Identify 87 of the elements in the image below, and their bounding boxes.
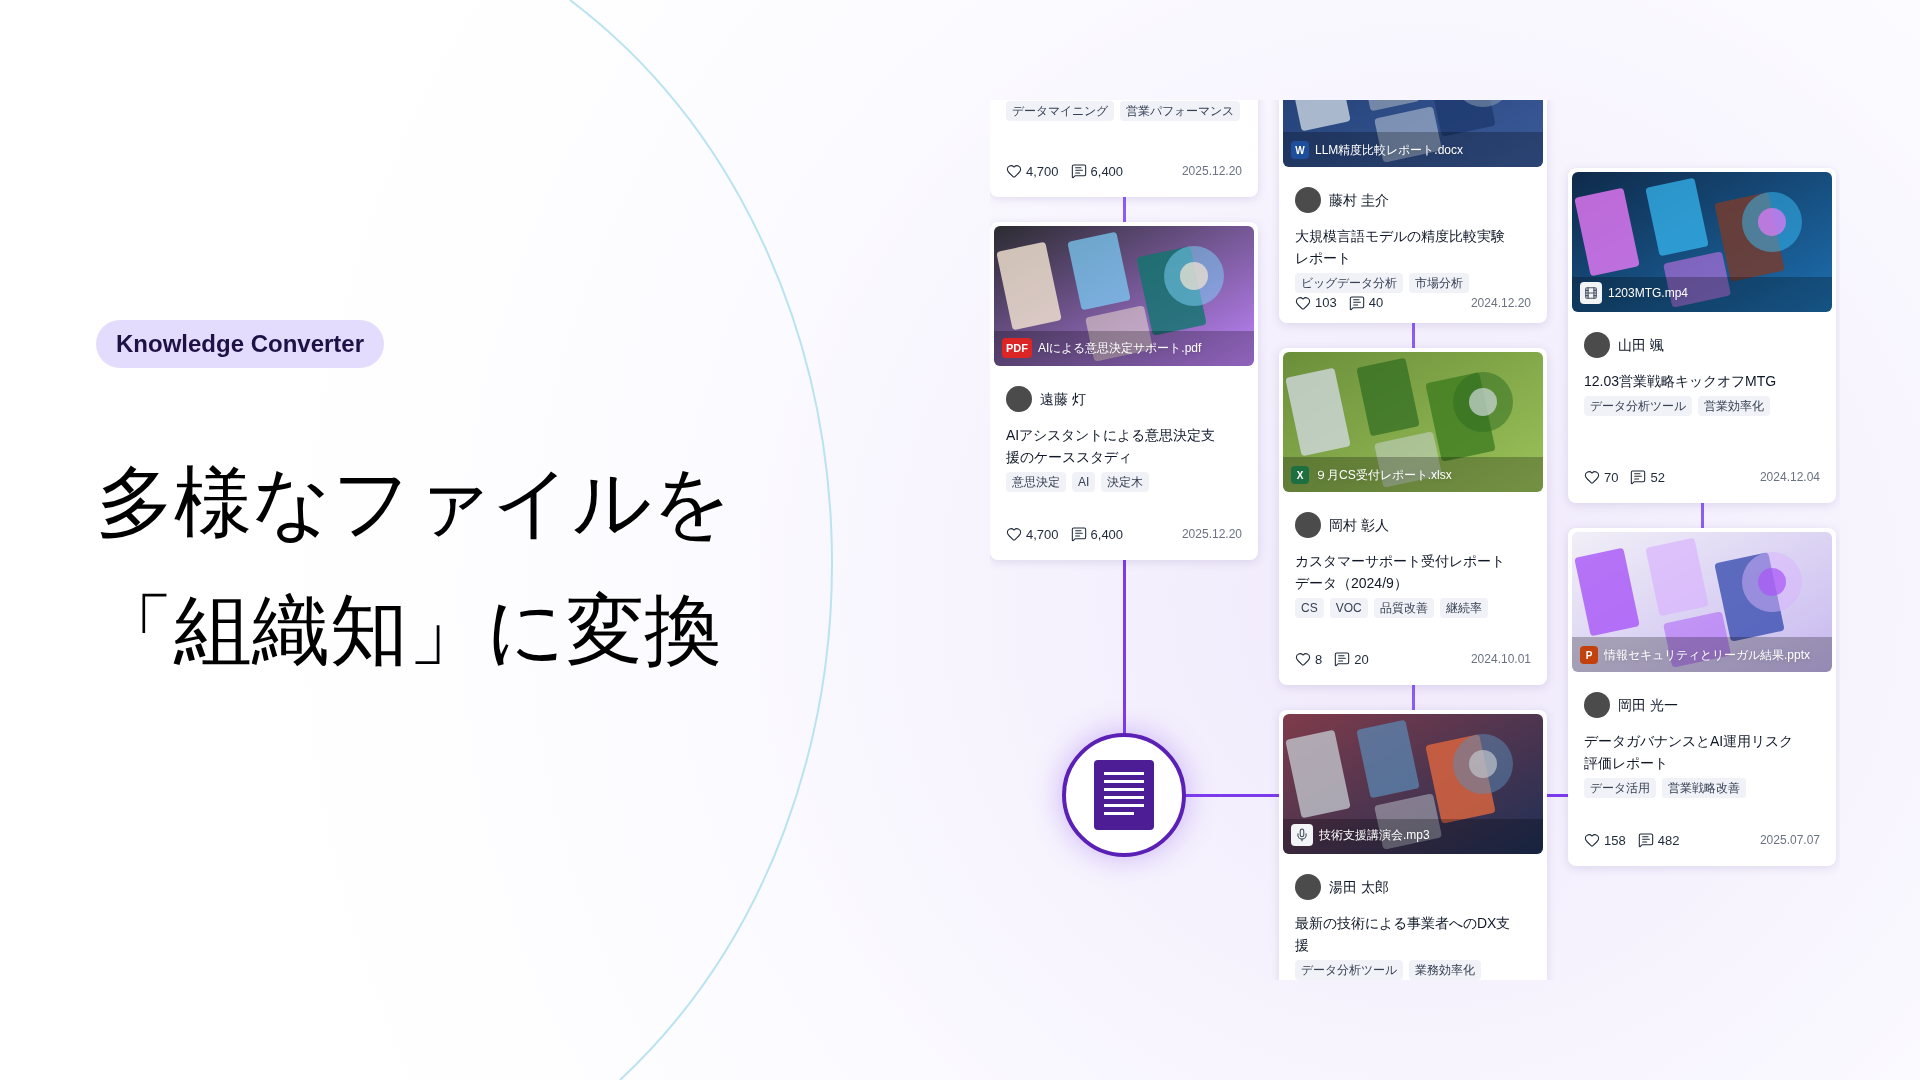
avatar (1295, 512, 1321, 538)
like-count: 70 (1604, 468, 1619, 487)
tag: 継続率 (1439, 598, 1488, 618)
tag: CS (1295, 598, 1324, 618)
file-card[interactable]: PDF AIによる意思決定サポート.pdf 遠藤 灯 AIアシスタントによる意思決定支援のケーススタディ 意思決定 AI 決定木 4,700 6,400 2025.12.20 (990, 222, 1258, 560)
tag: 業務効率化 (1409, 960, 1481, 980)
comment-count: 52 (1650, 468, 1665, 487)
tag: 市場分析 (1409, 273, 1469, 293)
microphone-icon (1291, 824, 1313, 846)
tag: 品質改善 (1373, 598, 1434, 618)
avatar (1295, 874, 1321, 900)
card-title: 大規模言語モデルの精度比較実験レポート (1295, 227, 1506, 268)
comment-icon (1070, 163, 1087, 180)
card-title: 12.03営業戦略キックオフMTG (1584, 372, 1778, 391)
file-name: 情報セキュリティとリーガル結果.pptx (1604, 647, 1810, 664)
tag: 営業効率化 (1698, 396, 1770, 416)
heart-icon (1006, 163, 1022, 180)
author-name: 岡村 彰人 (1329, 515, 1389, 535)
heart-icon (1295, 651, 1311, 668)
card-title: データガバナンスとAI運用リスク評価レポート (1584, 732, 1795, 773)
avatar (1006, 386, 1032, 412)
file-name: AIによる意思決定サポート.pdf (1038, 339, 1202, 357)
headline: 「組織知」に変換 (96, 585, 723, 676)
tag: 意思決定 (1006, 472, 1066, 492)
avatar (1584, 332, 1610, 358)
powerpoint-badge: P (1580, 646, 1598, 664)
excel-badge: X (1291, 466, 1309, 484)
film-icon (1580, 282, 1602, 304)
tag: データマイニング (1006, 101, 1114, 121)
tag: 営業パフォーマンス (1120, 101, 1240, 121)
headline: 多様なファイルを (96, 457, 733, 548)
word-badge: W (1291, 141, 1309, 159)
date: 2024.10.01 (1470, 651, 1531, 669)
file-card[interactable]: 1203MTG.mp4 山田 颯 12.03営業戦略キックオフMTG データ分析ツール 営業効率化 70 52 2024.12.04 (1568, 168, 1836, 503)
author-name: 藤村 圭介 (1329, 190, 1389, 210)
like-count: 4,700 (1026, 525, 1059, 544)
author-name: 遠藤 灯 (1040, 389, 1086, 409)
card-title: AIアシスタントによる意思決定支援のケーススタディ (1006, 426, 1217, 467)
tag: VOC (1329, 598, 1368, 618)
comment-icon (1070, 526, 1087, 543)
tag: AI (1072, 472, 1096, 492)
date: 2024.12.04 (1759, 469, 1820, 487)
author-name: 岡田 光一 (1618, 695, 1678, 715)
date: 2025.07.07 (1759, 832, 1820, 850)
heart-icon (1584, 832, 1600, 849)
comment-count: 20 (1354, 650, 1369, 669)
heart-icon (1295, 294, 1311, 311)
tag: データ分析ツール (1295, 960, 1403, 980)
like-count: 158 (1604, 831, 1626, 850)
file-card[interactable]: W LLM精度比較レポート.docx 藤村 圭介 大規模言語モデルの精度比較実験レポート ビッグデータ分析 市場分析 103 40 2024.12.20 (1279, 100, 1547, 323)
like-count: 8 (1315, 650, 1323, 669)
comment-count: 6,400 (1090, 162, 1124, 181)
comment-icon (1630, 469, 1647, 486)
pdf-badge: PDF (1002, 337, 1032, 358)
file-name: ９月CS受付レポート.xlsx (1315, 467, 1452, 484)
date: 2025.12.20 (1181, 163, 1242, 181)
file-card[interactable]: 技術支援講演会.mp3 湯田 太郎 最新の技術による事業者へのDX支援 データ分析ツール 業務効率化 (1279, 710, 1547, 980)
comment-count: 40 (1368, 294, 1384, 312)
file-name: 技術支援講演会.mp3 (1319, 827, 1430, 844)
file-card[interactable]: X ９月CS受付レポート.xlsx 岡村 彰人 カスタマーサポート受付レポートデータ（2024/9） CS VOC 品質改善 継続率 8 20 2024.10.01 (1279, 348, 1547, 685)
product-badge: Knowledge Converter (96, 320, 385, 368)
card-title: 最新の技術による事業者へのDX支援 (1295, 914, 1512, 955)
author-name: 湯田 太郎 (1329, 877, 1389, 897)
tag: データ活用 (1584, 778, 1656, 798)
tag: 決定木 (1101, 472, 1150, 492)
heart-icon (1006, 526, 1022, 543)
comment-icon (1348, 294, 1365, 311)
avatar (1295, 187, 1321, 213)
tag: データ分析ツール (1584, 396, 1692, 416)
date: 2025.12.20 (1181, 526, 1242, 544)
tag: 営業戦略改善 (1662, 778, 1746, 798)
heart-icon (1584, 469, 1600, 486)
file-card[interactable]: データマイニング 営業パフォーマンス 4,700 6,400 2025.12.20 (990, 100, 1258, 197)
date: 2024.12.20 (1470, 294, 1531, 312)
like-count: 4,700 (1026, 162, 1059, 181)
file-card[interactable]: P 情報セキュリティとリーガル結果.pptx 岡田 光一 データガバナンスとAI運用リスク評価レポート データ活用 営業戦略改善 158 482 2025.07.07 (1568, 528, 1836, 866)
file-name: 1203MTG.mp4 (1608, 285, 1689, 302)
comment-count: 482 (1657, 831, 1680, 850)
card-title: カスタマーサポート受付レポートデータ（2024/9） (1295, 552, 1506, 593)
tag: ビッグデータ分析 (1295, 273, 1403, 293)
comment-count: 6,400 (1090, 525, 1124, 544)
like-count: 103 (1315, 294, 1337, 312)
comment-icon (1637, 832, 1654, 849)
author-name: 山田 颯 (1618, 335, 1664, 355)
avatar (1584, 692, 1610, 718)
file-name: LLM精度比較レポート.docx (1315, 142, 1464, 159)
comment-icon (1334, 651, 1351, 668)
